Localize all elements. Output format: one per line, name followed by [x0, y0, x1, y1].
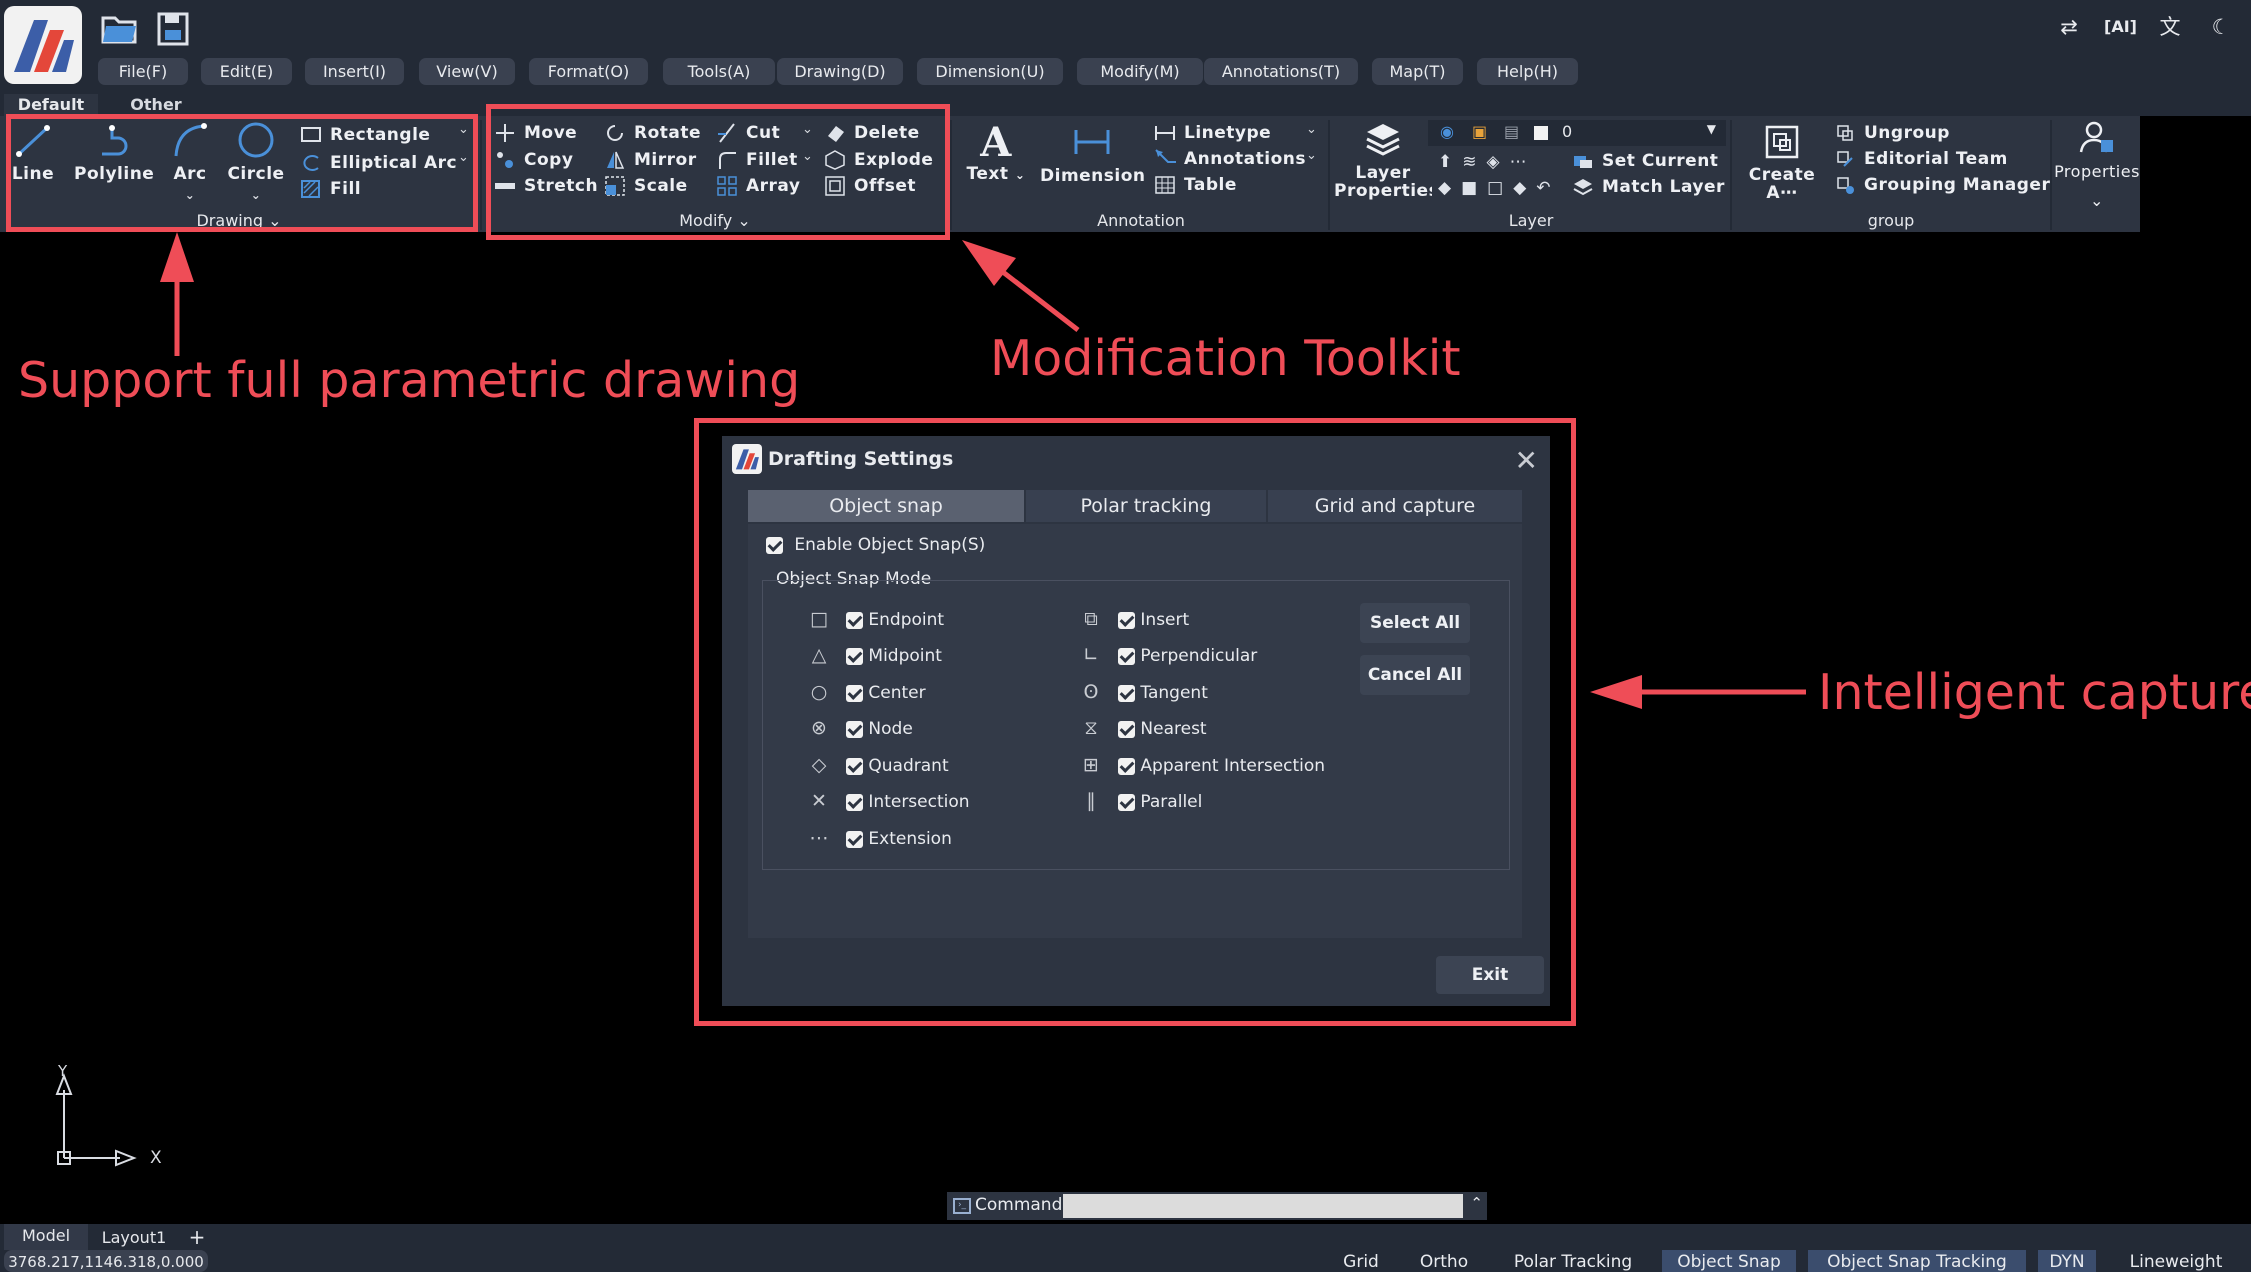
- snap-quadrant[interactable]: ◇ Quadrant: [806, 752, 949, 778]
- insert-label: Insert: [1140, 610, 1190, 630]
- intersection-checkbox[interactable]: [846, 793, 863, 811]
- tangent-icon: ʘ: [1083, 681, 1099, 703]
- endpoint-checkbox[interactable]: [846, 611, 863, 629]
- snap-parallel[interactable]: ∥ Parallel: [1078, 788, 1202, 814]
- center-circle-icon: ○: [810, 681, 828, 703]
- dialog-app-icon: [732, 444, 762, 474]
- tab-object-snap[interactable]: Object snap: [748, 490, 1024, 522]
- node-label: Node: [868, 719, 913, 739]
- command-line: ›_ Command: ⌃: [947, 1192, 1487, 1220]
- enable-object-snap-label: Enable Object Snap(S): [794, 535, 986, 555]
- insert-icon: ⧉: [1084, 608, 1098, 630]
- quadrant-checkbox[interactable]: [846, 757, 863, 775]
- terminal-icon: ›_: [953, 1198, 971, 1214]
- ucs-y-label: Y: [58, 1062, 68, 1080]
- quadrant-diamond-icon: ◇: [811, 754, 827, 776]
- extension-dash-icon: ⋯: [809, 827, 829, 849]
- snap-nearest[interactable]: ⧖ Nearest: [1078, 715, 1207, 741]
- node-checkbox[interactable]: [846, 720, 863, 738]
- snap-intersection[interactable]: ✕ Intersection: [806, 788, 970, 814]
- snap-tangent[interactable]: ʘ Tangent: [1078, 679, 1208, 705]
- select-all-button[interactable]: Select All: [1360, 603, 1470, 643]
- center-checkbox[interactable]: [846, 684, 863, 702]
- status-grid[interactable]: Grid: [1330, 1250, 1392, 1272]
- status-object-snap[interactable]: Object Snap: [1662, 1250, 1796, 1272]
- intersection-label: Intersection: [868, 792, 970, 812]
- nearest-hourglass-icon: ⧖: [1084, 717, 1098, 739]
- snap-perpendicular[interactable]: ∟ Perpendicular: [1078, 642, 1257, 668]
- apparent-intersection-icon: ⊞: [1083, 754, 1099, 776]
- cursor-coordinates: 3768.217,1146.318,0.000: [4, 1250, 208, 1272]
- snap-center[interactable]: ○ Center: [806, 679, 926, 705]
- center-label: Center: [868, 683, 926, 703]
- status-bar: 3768.217,1146.318,0.000 Grid Ortho Polar…: [0, 1250, 2251, 1272]
- status-object-snap-tracking[interactable]: Object Snap Tracking: [1808, 1250, 2026, 1272]
- status-dyn[interactable]: DYN: [2038, 1250, 2096, 1272]
- endpoint-label: Endpoint: [868, 610, 945, 630]
- command-label: Command:: [975, 1195, 1069, 1215]
- midpoint-label: Midpoint: [868, 646, 942, 666]
- tab-grid-and-capture[interactable]: Grid and capture: [1268, 490, 1522, 522]
- snap-apparent-intersection[interactable]: ⊞ Apparent Intersection: [1078, 752, 1325, 778]
- extension-label: Extension: [868, 829, 952, 849]
- extension-checkbox[interactable]: [846, 830, 863, 848]
- perpendicular-checkbox[interactable]: [1118, 647, 1135, 665]
- layout-tab-layout1[interactable]: Layout1: [92, 1224, 176, 1250]
- parallel-label: Parallel: [1140, 792, 1203, 812]
- parallel-checkbox[interactable]: [1118, 793, 1135, 811]
- status-ortho[interactable]: Ortho: [1408, 1250, 1480, 1272]
- perpendicular-icon: ∟: [1083, 644, 1099, 666]
- quadrant-label: Quadrant: [868, 756, 949, 776]
- node-circle-x-icon: ⊗: [811, 717, 827, 739]
- snap-midpoint[interactable]: △ Midpoint: [806, 642, 942, 668]
- status-polar-tracking[interactable]: Polar Tracking: [1496, 1250, 1650, 1272]
- snap-extension[interactable]: ⋯ Extension: [806, 825, 952, 851]
- ucs-x-label: X: [150, 1148, 162, 1168]
- cancel-all-button[interactable]: Cancel All: [1360, 655, 1470, 695]
- snap-callout: Intelligent capture: [1818, 664, 2251, 721]
- midpoint-checkbox[interactable]: [846, 647, 863, 665]
- drafting-settings-dialog: Drafting Settings ✕ Object snap Polar tr…: [722, 436, 1550, 1006]
- parallel-icon: ∥: [1086, 790, 1096, 812]
- close-icon[interactable]: ✕: [1515, 444, 1538, 477]
- layout-tab-bar: Model Layout1 +: [0, 1224, 2251, 1250]
- snap-endpoint[interactable]: □ Endpoint: [806, 606, 944, 632]
- snap-node[interactable]: ⊗ Node: [806, 715, 913, 741]
- layout-tab-model[interactable]: Model: [4, 1224, 88, 1250]
- enable-object-snap-checkbox[interactable]: Enable Object Snap(S): [766, 532, 985, 558]
- dialog-title: Drafting Settings: [768, 448, 954, 470]
- tab-polar-tracking[interactable]: Polar tracking: [1026, 490, 1266, 522]
- add-layout-button[interactable]: +: [184, 1224, 210, 1250]
- chevron-up-icon[interactable]: ⌃: [1470, 1194, 1483, 1212]
- insert-checkbox[interactable]: [1118, 611, 1135, 629]
- perpendicular-label: Perpendicular: [1140, 646, 1258, 666]
- apparent-intersection-checkbox[interactable]: [1118, 757, 1135, 775]
- modify-callout: Modification Toolkit: [990, 330, 1461, 387]
- intersection-x-icon: ✕: [811, 790, 827, 812]
- enable-object-snap-check[interactable]: [766, 536, 783, 554]
- tangent-label: Tangent: [1140, 683, 1208, 703]
- apparent-intersection-label: Apparent Intersection: [1140, 756, 1326, 776]
- nearest-checkbox[interactable]: [1118, 720, 1135, 738]
- snap-insert[interactable]: ⧉ Insert: [1078, 606, 1189, 632]
- exit-button[interactable]: Exit: [1436, 956, 1544, 994]
- drawing-callout: Support full parametric drawing: [18, 352, 801, 409]
- midpoint-triangle-icon: △: [811, 644, 827, 666]
- command-input[interactable]: [1063, 1194, 1463, 1218]
- endpoint-square-icon: □: [810, 608, 828, 630]
- status-lineweight[interactable]: Lineweight: [2108, 1250, 2244, 1272]
- tangent-checkbox[interactable]: [1118, 684, 1135, 702]
- nearest-label: Nearest: [1140, 719, 1207, 739]
